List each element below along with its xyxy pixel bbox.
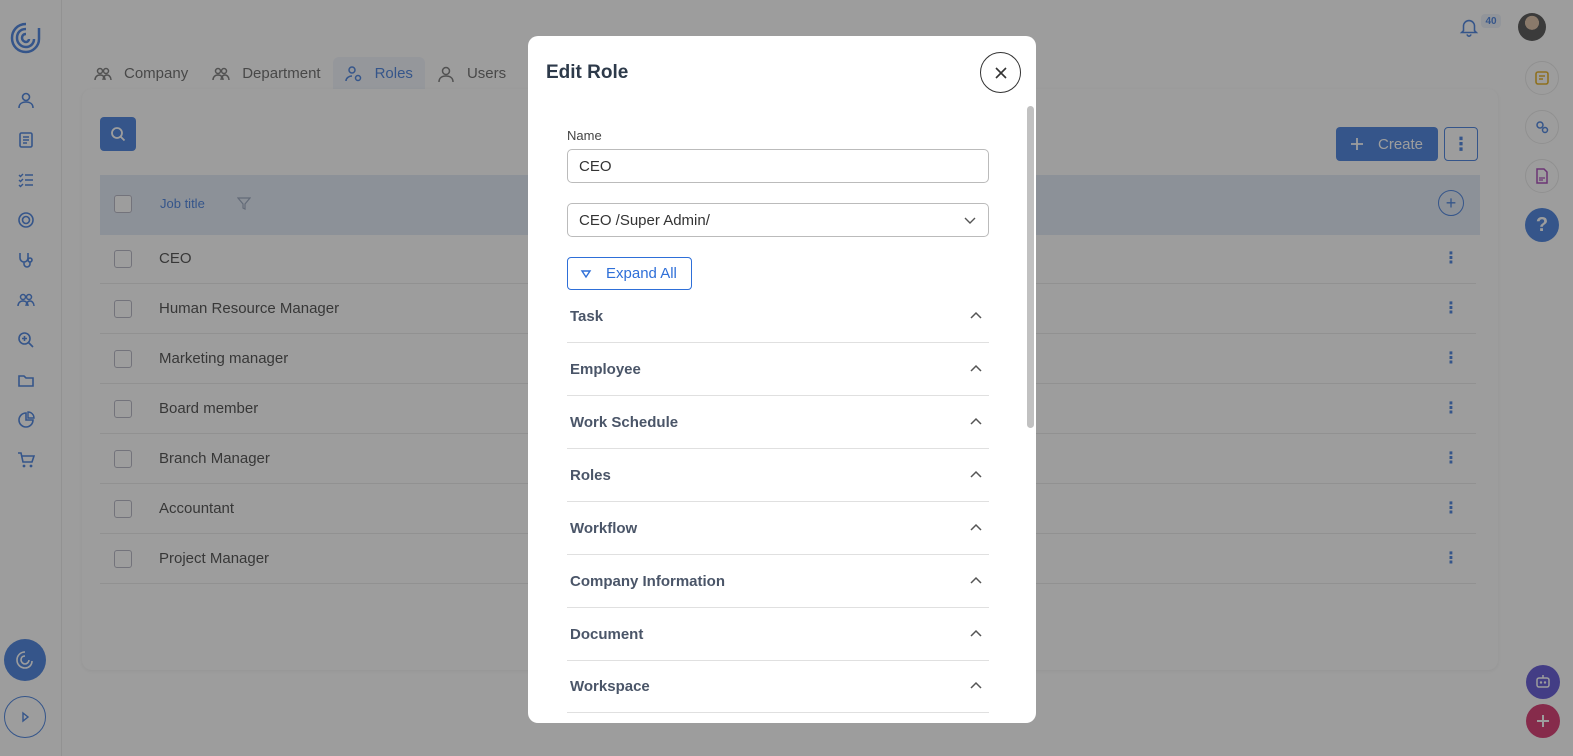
section-label: Workflow (570, 519, 638, 537)
chevron-up-icon (970, 417, 982, 425)
chevron-up-icon (970, 364, 982, 372)
name-input[interactable] (567, 149, 989, 183)
section-document[interactable]: Document (567, 608, 989, 661)
close-icon (994, 66, 1007, 79)
section-label: Company Information (570, 572, 726, 590)
section-label: Roles (570, 466, 611, 484)
close-button[interactable] (980, 52, 1021, 93)
modal-title: Edit Role (546, 62, 629, 83)
section-label: Employee (570, 360, 641, 378)
name-label: Name (567, 128, 602, 143)
chevron-up-icon (970, 629, 982, 637)
edit-role-modal: Edit Role Name CEO /Super Admin/ Expand … (528, 36, 1036, 723)
expand-all-label: Expand All (606, 265, 677, 282)
section-label: Workspace (570, 677, 650, 695)
section-work-schedule[interactable]: Work Schedule (567, 396, 989, 449)
triangle-down-icon (580, 269, 592, 278)
section-label: Document (570, 625, 644, 643)
chevron-down-icon (964, 217, 976, 224)
section-task[interactable]: Task (567, 290, 989, 343)
section-employee[interactable]: Employee (567, 343, 989, 396)
section-workspace[interactable]: Workspace (567, 660, 989, 713)
section-label: Task (570, 307, 604, 325)
chevron-up-icon (970, 523, 982, 531)
expand-all-button[interactable]: Expand All (567, 257, 692, 290)
modal-scrollbar[interactable] (1027, 106, 1034, 428)
chevron-up-icon (970, 681, 982, 689)
section-label: Work Schedule (570, 413, 679, 431)
role-select[interactable]: CEO /Super Admin/ (567, 203, 989, 237)
chevron-up-icon (970, 311, 982, 319)
section-roles[interactable]: Roles (567, 449, 989, 502)
role-select-value: CEO /Super Admin/ (579, 211, 710, 229)
section-workflow[interactable]: Workflow (567, 502, 989, 555)
chevron-up-icon (970, 470, 982, 478)
section-company-information[interactable]: Company Information (567, 555, 989, 608)
chevron-up-icon (970, 576, 982, 584)
